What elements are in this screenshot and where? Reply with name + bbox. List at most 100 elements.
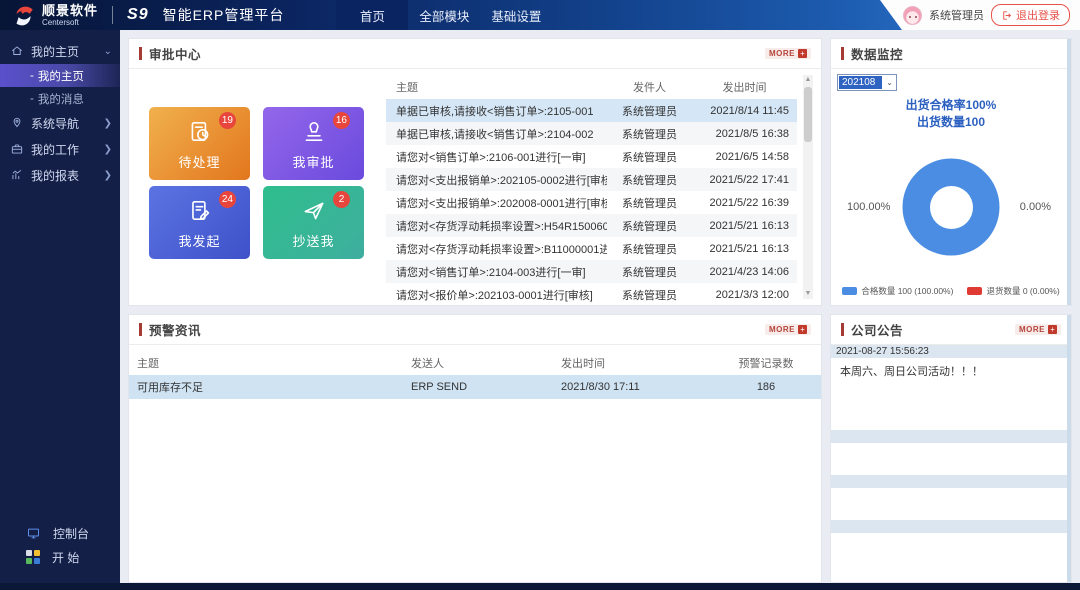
approval-center-panel: 审批中心 MORE + 19 待处理 16 我审批	[128, 38, 822, 306]
announcement-item[interactable]: 2021-08-27 15:56:23 本周六、周日公司活动！！！	[831, 345, 1071, 430]
select-chevron-icon: ⌄	[883, 78, 896, 87]
legend-item-return: 退货数量 0 (0.00%)	[967, 285, 1059, 297]
tile-my-approvals[interactable]: 16 我审批	[263, 107, 364, 180]
scroll-up-icon[interactable]: ▲	[803, 75, 813, 85]
announcement-date: 2021-08-27 15:56:23	[831, 345, 1071, 358]
nav-tab-basic-settings[interactable]: 基础设置	[480, 0, 552, 30]
briefcase-icon	[10, 142, 24, 156]
chevron-right-icon: ❯	[104, 118, 112, 129]
main-nav: 首页 全部模块 基础设置	[336, 0, 552, 30]
announcement-text	[831, 488, 1071, 520]
panel-scrollbar[interactable]	[1067, 315, 1071, 582]
sidebar-item-my-work[interactable]: 我的工作 ❯	[0, 136, 120, 162]
table-row[interactable]: 请您对<支出报销单>:202105-0002进行[审核] 系统管理员 2021/…	[386, 168, 797, 191]
sidebar-item-my-home-group[interactable]: 我的主页 ⌄	[0, 38, 120, 64]
announcement-text: 本周六、周日公司活动！！！	[831, 358, 1071, 430]
panel-accent-bar	[841, 323, 844, 336]
tile-pending[interactable]: 19 待处理	[149, 107, 250, 180]
home-icon	[10, 44, 24, 58]
document-edit-icon	[187, 198, 213, 224]
initiated-count-badge: 24	[219, 191, 236, 208]
table-row[interactable]: 请您对<存货浮动耗损率设置>:B11000001进行[审核] 系统管理员 202…	[386, 237, 797, 260]
console-button[interactable]: 控制台	[0, 521, 120, 545]
approval-table-header: 主题 发件人 发出时间	[386, 75, 797, 99]
panel-accent-bar	[139, 47, 142, 60]
panel-accent-bar	[139, 323, 142, 336]
chevron-right-icon: ❯	[104, 170, 112, 181]
panel-title: 公司公告	[851, 320, 903, 339]
start-button[interactable]: 开 始	[0, 545, 120, 569]
monitor-icon	[26, 526, 41, 541]
approval-more-button[interactable]: MORE +	[765, 48, 811, 59]
more-box-icon: +	[1048, 325, 1057, 334]
table-scrollbar[interactable]: ▲ ▼	[803, 75, 813, 299]
data-monitor-panel: 数据监控 202108 ⌄ 出货合格率100% 出货数量100 100.00% …	[830, 38, 1072, 306]
period-select[interactable]: 202108 ⌄	[837, 74, 897, 91]
legend-swatch-red	[967, 287, 982, 295]
panel-accent-bar	[841, 47, 844, 60]
announcement-item[interactable]	[831, 520, 1071, 565]
table-row[interactable]: 请您对<存货浮动耗损率设置>:H54R15006002进行[审核] 系统管理员 …	[386, 214, 797, 237]
donut-ring[interactable]	[903, 159, 1000, 256]
nav-tab-all-modules[interactable]: 全部模块	[408, 0, 480, 30]
logout-icon	[1001, 10, 1012, 21]
donut-chart: 100.00% 0.00%	[831, 147, 1071, 267]
more-box-icon: +	[798, 49, 807, 58]
announcement-text	[831, 443, 1071, 475]
sidebar: 我的主页 ⌄ - 我的主页 - 我的消息 系统导航 ❯ 我的工作 ❯	[0, 30, 120, 583]
sidebar-item-my-messages[interactable]: - 我的消息	[0, 87, 120, 110]
sidebar-item-my-reports[interactable]: 我的报表 ❯	[0, 162, 120, 188]
my-approvals-count-badge: 16	[333, 112, 350, 129]
alerts-panel: 预警资讯 MORE + 主题 发送人 发出时间 预警记录数 可用库存不足 ERP…	[128, 314, 822, 583]
more-box-icon: +	[798, 325, 807, 334]
tile-initiated-by-me[interactable]: 24 我发起	[149, 186, 250, 259]
panel-title: 数据监控	[851, 44, 903, 63]
brand-logo: 顺景软件 Centersoft S9 智能ERP管理平台	[0, 2, 284, 28]
avatar[interactable]	[903, 6, 922, 25]
stamp-icon	[301, 119, 327, 145]
sidebar-item-system-nav[interactable]: 系统导航 ❯	[0, 110, 120, 136]
sidebar-item-my-home[interactable]: - 我的主页	[0, 64, 120, 87]
table-row[interactable]: 单据已审核,请接收<销售订单>:2104-002 系统管理员 2021/8/5 …	[386, 122, 797, 145]
alerts-table: 主题 发送人 发出时间 预警记录数 可用库存不足 ERP SEND 2021/8…	[129, 351, 821, 399]
paper-plane-icon	[301, 198, 327, 224]
announcements-panel: 公司公告 MORE + 2021-08-27 15:56:23 本周六、周日公司…	[830, 314, 1072, 583]
announcement-item[interactable]	[831, 475, 1071, 520]
announcements-more-button[interactable]: MORE +	[1015, 324, 1061, 335]
start-grid-icon	[26, 550, 40, 564]
legend-item-pass: 合格数量 100 (100.00%)	[842, 285, 953, 297]
legend-swatch-blue	[842, 287, 857, 295]
scroll-down-icon[interactable]: ▼	[803, 289, 813, 299]
pending-count-badge: 19	[219, 112, 236, 129]
logo-name-en: Centersoft	[42, 19, 98, 27]
pass-rate-stat: 出货合格率100%	[831, 97, 1071, 114]
scrollbar-thumb[interactable]	[804, 87, 812, 142]
announcement-text	[831, 533, 1071, 565]
alerts-more-button[interactable]: MORE +	[765, 324, 811, 335]
announcement-date	[831, 430, 1071, 443]
chevron-right-icon: ❯	[104, 144, 112, 155]
map-pin-icon	[10, 116, 24, 130]
nav-tab-home[interactable]: 首页	[336, 0, 408, 30]
panel-scrollbar[interactable]	[1067, 39, 1071, 305]
user-name: 系统管理员	[929, 7, 984, 23]
app-title: 智能ERP管理平台	[163, 5, 285, 25]
table-row[interactable]: 可用库存不足 ERP SEND 2021/8/30 17:11 186	[129, 375, 821, 399]
bottom-bar	[0, 583, 1080, 590]
chart-icon	[10, 168, 24, 182]
company-swirl-icon	[10, 2, 36, 28]
top-bar: 顺景软件 Centersoft S9 智能ERP管理平台 首页 全部模块 基础设…	[0, 0, 1080, 30]
table-row[interactable]: 请您对<销售订单>:2104-003进行[一审] 系统管理员 2021/4/23…	[386, 260, 797, 283]
announcement-item[interactable]	[831, 430, 1071, 475]
table-row[interactable]: 请您对<支出报销单>:202008-0001进行[审核] 系统管理员 2021/…	[386, 191, 797, 214]
table-row[interactable]: 请您对<销售订单>:2106-001进行[一审] 系统管理员 2021/6/5 …	[386, 145, 797, 168]
clipboard-clock-icon	[187, 119, 213, 145]
table-row[interactable]: 单据已审核,请接收<销售订单>:2105-001 系统管理员 2021/8/14…	[386, 99, 797, 122]
tile-cc-to-me[interactable]: 2 抄送我	[263, 186, 364, 259]
alerts-table-header: 主题 发送人 发出时间 预警记录数	[129, 351, 821, 375]
chart-legend: 合格数量 100 (100.00%) 退货数量 0 (0.00%)	[831, 285, 1071, 297]
period-selected-value: 202108	[839, 76, 882, 89]
table-row[interactable]: 请您对<报价单>:202103-0001进行[审核] 系统管理员 2021/3/…	[386, 283, 797, 306]
panel-title: 预警资讯	[149, 320, 201, 339]
logout-button[interactable]: 退出登录	[991, 4, 1070, 26]
